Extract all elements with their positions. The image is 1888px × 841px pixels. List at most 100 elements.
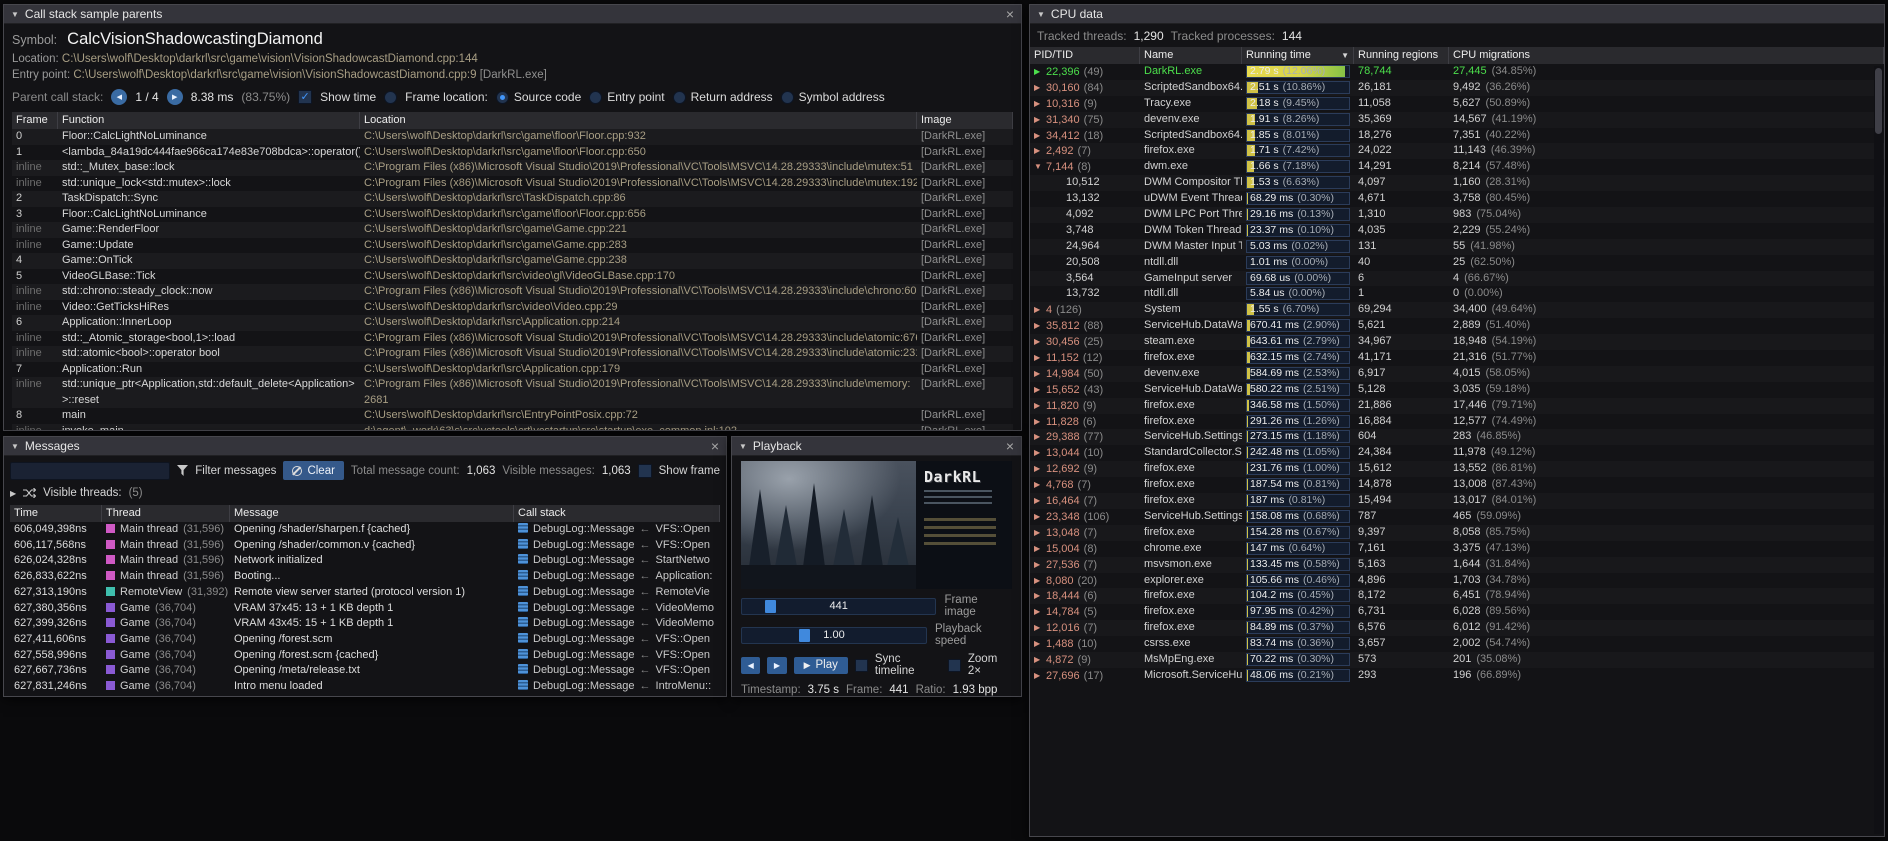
process-pid-cell[interactable]: 3,564 <box>1030 271 1140 287</box>
messages-panel-titlebar[interactable]: ▼ Messages × <box>4 437 726 456</box>
cpu-process-row[interactable]: ▶13,044(10) StandardCollector.Servic 242… <box>1030 445 1884 461</box>
process-pid-cell[interactable]: ▶23,348(106) <box>1030 509 1140 525</box>
collapse-icon[interactable]: ▼ <box>1037 10 1045 19</box>
callstack-row[interactable]: 3 Floor::CalcLightNoLuminance C:\Users\w… <box>12 207 1013 223</box>
cpu-process-row[interactable]: ▶10,316(9) Tracy.exe 2.18 s(9.45%) 11,05… <box>1030 96 1884 112</box>
process-pid-cell[interactable]: 13,732 <box>1030 286 1140 302</box>
message-callstack[interactable]: DebugLog::Message←StartNetwo <box>514 553 720 569</box>
location-path[interactable]: C:\Users\wolf\Desktop\darkrl\src\game\vi… <box>62 53 478 65</box>
cpu-process-row[interactable]: ▶14,784(5) firefox.exe 97.95 ms(0.42%) 6… <box>1030 604 1884 620</box>
callstack-row[interactable]: inline std::unique_ptr<Application,std::… <box>12 377 1013 408</box>
source-location[interactable]: C:\Users\wolf\Desktop\darkrl\src\Applica… <box>360 362 917 378</box>
expand-icon[interactable]: ▶ <box>1034 636 1046 652</box>
cpu-process-row[interactable]: ▶15,004(8) chrome.exe 147 ms(0.64%) 7,16… <box>1030 541 1884 557</box>
clear-button[interactable]: Clear <box>283 461 343 480</box>
source-location[interactable]: C:\Program Files (x86)\Microsoft Visual … <box>360 346 917 362</box>
process-pid-cell[interactable]: 13,132 <box>1030 191 1140 207</box>
cpu-process-row[interactable]: ▶12,016(7) firefox.exe 84.89 ms(0.37%) 6… <box>1030 620 1884 636</box>
play-button[interactable]: ▶ Play <box>794 657 848 674</box>
expand-icon[interactable]: ▶ <box>1034 588 1046 604</box>
message-filter-input[interactable] <box>10 462 170 480</box>
process-pid-cell[interactable]: ▶35,812(88) <box>1030 318 1140 334</box>
cpu-process-row[interactable]: ▶29,388(77) ServiceHub.SettingsHost 273.… <box>1030 429 1884 445</box>
cpu-process-row[interactable]: ▶13,048(7) firefox.exe 154.28 ms(0.67%) … <box>1030 525 1884 541</box>
stack-frame-2[interactable]: VFS::Open <box>656 523 710 535</box>
cpu-process-row[interactable]: ▶11,820(9) firefox.exe 346.58 ms(1.50%) … <box>1030 398 1884 414</box>
message-row[interactable]: 627,411,606ns Game(36,704) Opening /fore… <box>10 632 720 648</box>
source-location[interactable]: C:\Users\wolf\Desktop\darkrl\src\game\fl… <box>360 145 917 161</box>
cpu-scrollbar[interactable] <box>1874 66 1883 834</box>
cpu-scrollbar-thumb[interactable] <box>1875 68 1882 134</box>
expand-icon[interactable]: ▶ <box>1034 445 1046 461</box>
expand-icon[interactable]: ▶ <box>1034 302 1046 318</box>
stack-frame-2[interactable]: VFS::Open <box>656 633 710 645</box>
process-pid-cell[interactable]: 20,508 <box>1030 255 1140 271</box>
cpu-process-row[interactable]: ▶34,412(18) ScriptedSandbox64.exe 1.85 s… <box>1030 128 1884 144</box>
message-callstack[interactable]: DebugLog::Message←RemoteVie <box>514 585 720 601</box>
callstack-row[interactable]: 5 VideoGLBase::Tick C:\Users\wolf\Deskto… <box>12 269 1013 285</box>
frame-location-option[interactable]: Source code <box>496 90 581 104</box>
cpu-process-row[interactable]: 13,132 uDWM Event Thread 68.29 ms(0.30%)… <box>1030 191 1884 207</box>
callstack-row[interactable]: 2 TaskDispatch::Sync C:\Users\wolf\Deskt… <box>12 191 1013 207</box>
process-pid-cell[interactable]: ▶13,044(10) <box>1030 445 1140 461</box>
process-pid-cell[interactable]: ▶15,004(8) <box>1030 541 1140 557</box>
process-pid-cell[interactable]: ▶18,444(6) <box>1030 588 1140 604</box>
column-running-time[interactable]: Running time ▼ <box>1242 47 1354 64</box>
process-pid-cell[interactable]: ▶13,048(7) <box>1030 525 1140 541</box>
callstack-row[interactable]: inline invoke_main d:\agent\_work\63\s\s… <box>12 424 1013 431</box>
process-pid-cell[interactable]: ▶11,152(12) <box>1030 350 1140 366</box>
message-callstack[interactable]: DebugLog::Message←VideoMemo <box>514 601 720 617</box>
column-cpu-migrations[interactable]: CPU migrations <box>1449 47 1884 64</box>
collapse-icon[interactable]: ▼ <box>11 10 19 19</box>
stack-frame-1[interactable]: DebugLog::Message <box>533 664 635 676</box>
expand-icon[interactable]: ▶ <box>1034 398 1046 414</box>
source-location[interactable]: C:\Program Files (x86)\Microsoft Visual … <box>360 176 917 192</box>
source-location[interactable]: C:\Program Files (x86)\Microsoft Visual … <box>360 284 917 300</box>
source-location[interactable]: C:\Users\wolf\Desktop\darkrl\src\game\Ga… <box>360 238 917 254</box>
cpu-process-row[interactable]: 10,512 DWM Compositor Thread 1.53 s(6.63… <box>1030 175 1884 191</box>
cpu-process-row[interactable]: 24,964 DWM Master Input Thread 5.03 ms(0… <box>1030 239 1884 255</box>
stack-frame-1[interactable]: DebugLog::Message <box>533 570 635 582</box>
message-callstack[interactable]: DebugLog::Message←VFS::Open <box>514 663 720 679</box>
cpu-process-row[interactable]: ▶15,652(43) ServiceHub.DataWarehou 580.2… <box>1030 382 1884 398</box>
expand-icon[interactable]: ▶ <box>1034 620 1046 636</box>
next-frame-button[interactable]: ▶ <box>767 657 786 674</box>
column-name[interactable]: Name <box>1140 47 1242 64</box>
cpu-process-row[interactable]: ▶4,768(7) firefox.exe 187.54 ms(0.81%) 1… <box>1030 477 1884 493</box>
process-pid-cell[interactable]: ▶16,464(7) <box>1030 493 1140 509</box>
zoom-2x-checkbox[interactable] <box>948 659 961 672</box>
stack-frame-2[interactable]: VideoMemo <box>656 617 715 629</box>
cpu-process-row[interactable]: ▶4,872(9) MsMpEng.exe 70.22 ms(0.30%) 57… <box>1030 652 1884 668</box>
process-pid-cell[interactable]: ▶34,412(18) <box>1030 128 1140 144</box>
callstack-icon[interactable] <box>518 539 528 549</box>
callstack-icon[interactable] <box>518 570 528 580</box>
cpu-process-row[interactable]: ▶18,444(6) firefox.exe 104.2 ms(0.45%) 8… <box>1030 588 1884 604</box>
frame-location-option[interactable]: Symbol address <box>781 90 885 104</box>
expand-icon[interactable]: ▶ <box>1034 318 1046 334</box>
expand-icon[interactable]: ▶ <box>1034 604 1046 620</box>
callstack-icon[interactable] <box>518 664 528 674</box>
expand-icon[interactable]: ▶ <box>1034 334 1046 350</box>
process-pid-cell[interactable]: 4,092 <box>1030 207 1140 223</box>
expand-icon[interactable]: ▶ <box>1034 509 1046 525</box>
stack-frame-2[interactable]: RemoteVie <box>656 586 710 598</box>
collapse-icon[interactable]: ▼ <box>739 442 747 451</box>
radio-icon[interactable] <box>673 91 686 104</box>
source-location[interactable]: C:\Users\wolf\Desktop\darkrl\src\game\Ga… <box>360 222 917 238</box>
source-location[interactable]: C:\Users\wolf\Desktop\darkrl\src\game\Ga… <box>360 253 917 269</box>
process-pid-cell[interactable]: ▶27,696(17) <box>1030 668 1140 684</box>
message-row[interactable]: 606,117,568ns Main thread(31,596) Openin… <box>10 538 720 554</box>
message-callstack[interactable]: DebugLog::Message←VFS::Open <box>514 522 720 538</box>
expand-icon[interactable]: ▶ <box>1034 128 1046 144</box>
callstack-row[interactable]: 7 Application::Run C:\Users\wolf\Desktop… <box>12 362 1013 378</box>
stack-frame-2[interactable]: IntroMenu:: <box>656 680 712 692</box>
source-location[interactable]: C:\Program Files (x86)\Microsoft Visual … <box>360 160 917 176</box>
frame-location-option[interactable]: Entry point <box>589 90 664 104</box>
stack-frame-2[interactable]: VideoMemo <box>656 602 715 614</box>
callstack-icon[interactable] <box>518 554 528 564</box>
cpu-process-row[interactable]: ▶23,348(106) ServiceHub.SettingsHost 158… <box>1030 509 1884 525</box>
cpu-process-row[interactable]: ▶11,828(6) firefox.exe 291.26 ms(1.26%) … <box>1030 414 1884 430</box>
show-frame-checkbox[interactable] <box>638 464 652 478</box>
cpu-process-row[interactable]: ▶16,464(7) firefox.exe 187 ms(0.81%) 15,… <box>1030 493 1884 509</box>
callstack-icon[interactable] <box>518 586 528 596</box>
